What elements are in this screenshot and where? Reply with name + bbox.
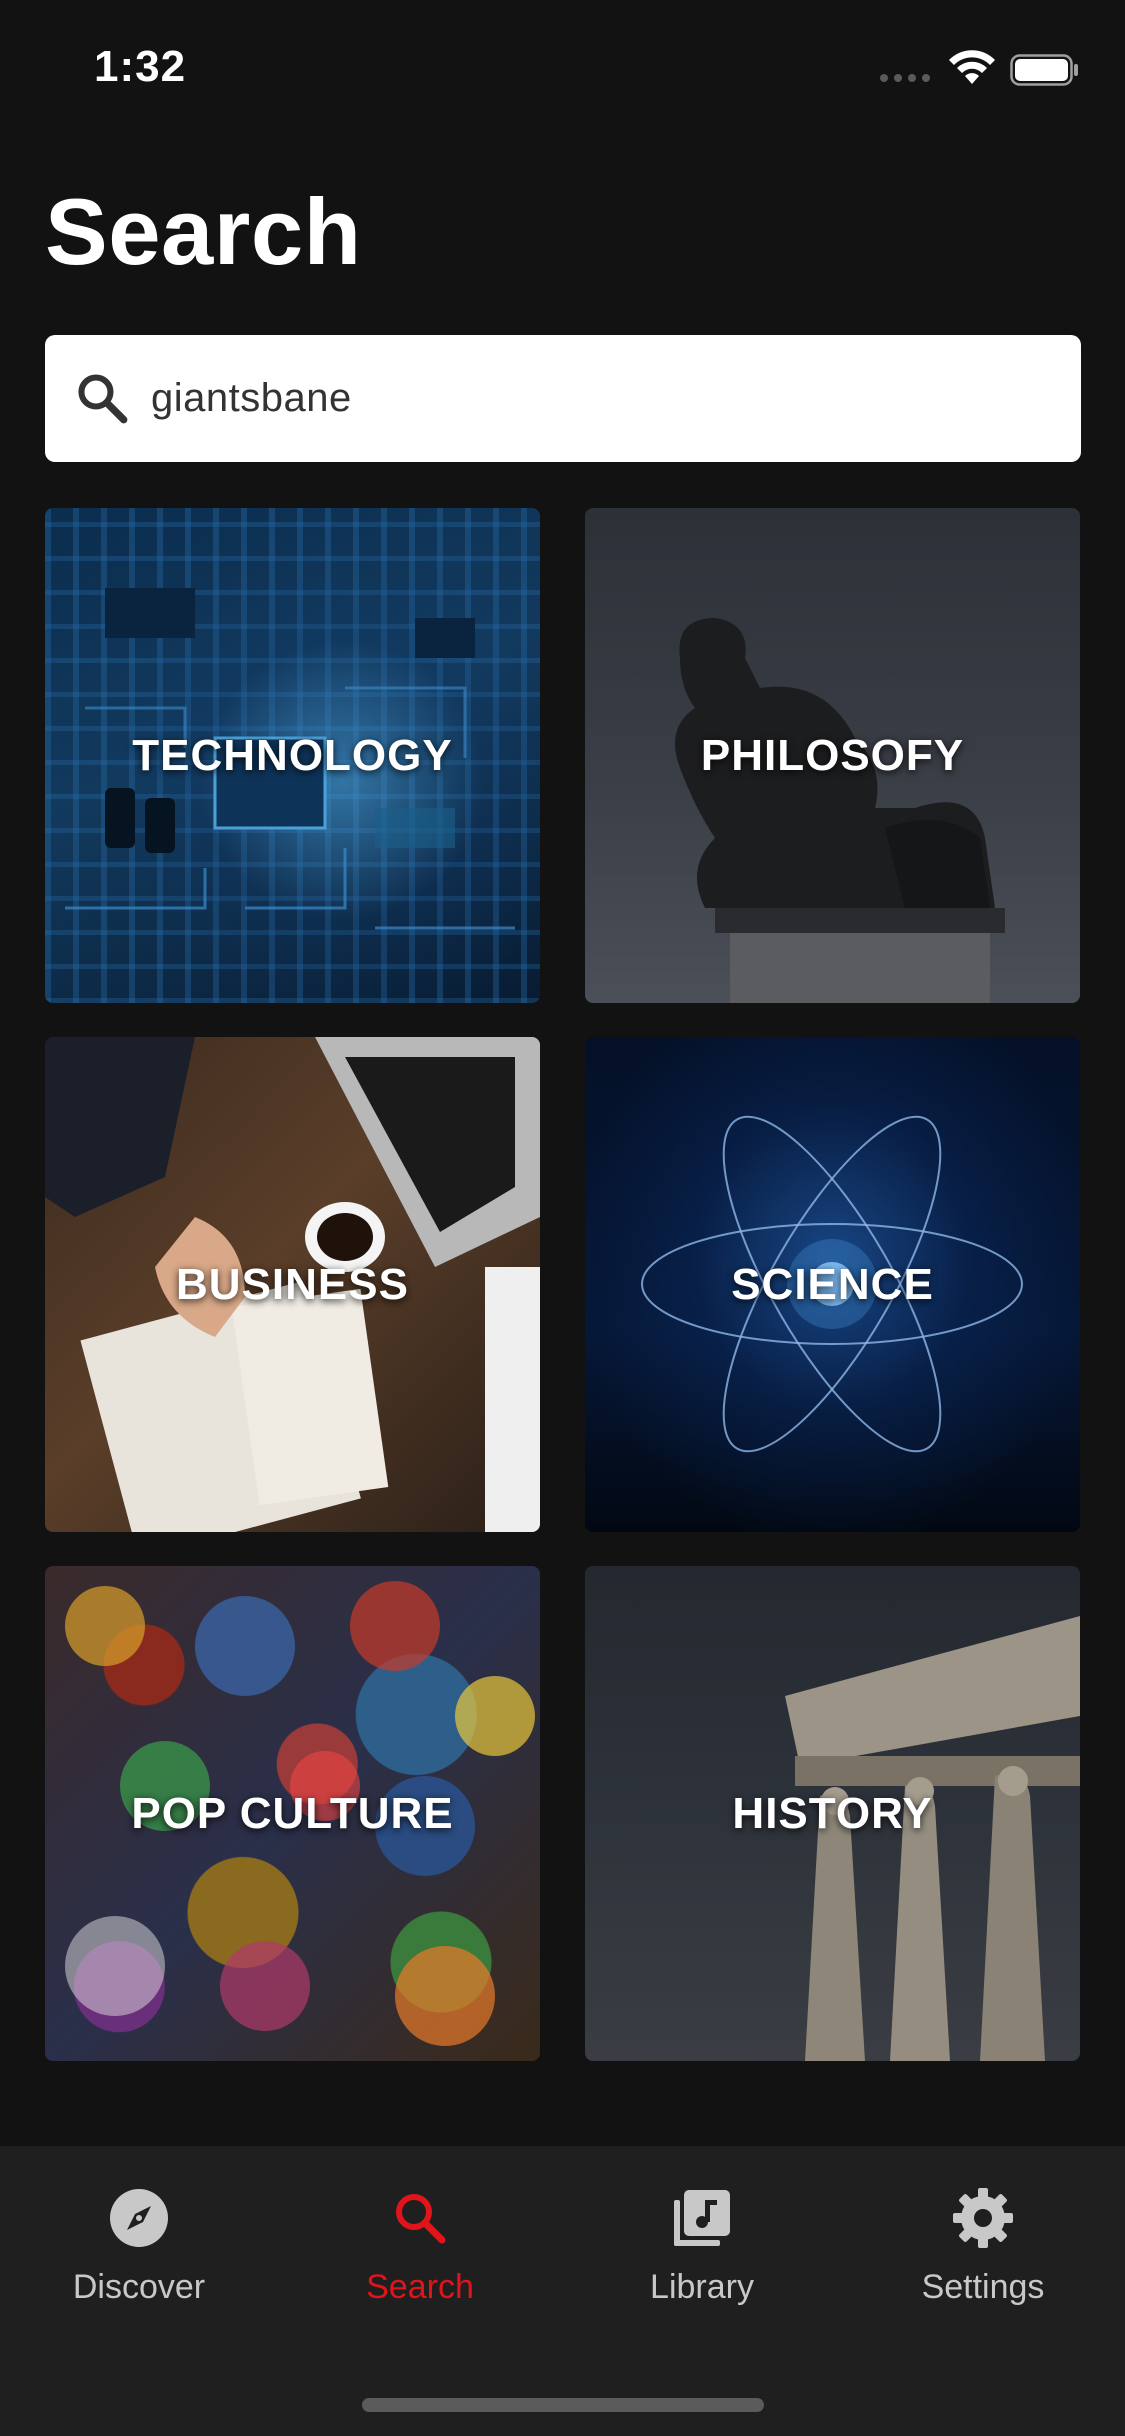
category-label: POP CULTURE <box>131 1788 454 1838</box>
search-icon <box>396 2194 446 2244</box>
category-tile-business[interactable]: BUSINESS <box>45 1037 540 1532</box>
tab-settings[interactable]: Settings <box>873 2186 1093 2336</box>
search-screen: 1:32 Search giantsbane TECHNOLOGY PHILOS… <box>0 0 1125 2436</box>
category-tile-history[interactable]: HISTORY <box>585 1566 1080 2061</box>
category-label: BUSINESS <box>176 1259 409 1309</box>
tab-label: Search <box>366 2268 474 2306</box>
category-tile-technology[interactable]: TECHNOLOGY <box>45 508 540 1003</box>
status-time: 1:32 <box>94 42 187 91</box>
status-bar: 1:32 <box>0 0 1125 135</box>
category-label: HISTORY <box>732 1788 933 1838</box>
category-tile-pop-culture[interactable]: POP CULTURE <box>45 1566 540 2061</box>
cellular-signal-icon <box>880 74 930 82</box>
page-title: Search <box>45 179 362 284</box>
gear-icon <box>953 2188 1013 2248</box>
compass-icon <box>110 2189 168 2247</box>
tab-library[interactable]: Library <box>592 2186 812 2336</box>
tab-label: Settings <box>921 2268 1045 2306</box>
library-icon <box>674 2190 730 2246</box>
tab-discover[interactable]: Discover <box>29 2186 249 2336</box>
category-tile-science[interactable]: SCIENCE <box>585 1037 1080 1532</box>
wifi-icon <box>949 50 995 84</box>
category-label: PHILOSOFY <box>700 730 965 780</box>
tab-label: Library <box>650 2268 754 2306</box>
category-tile-philosofy[interactable]: PHILOSOFY <box>585 508 1080 1003</box>
search-icon <box>78 374 128 424</box>
home-indicator <box>362 2398 764 2412</box>
search-field[interactable] <box>45 335 1081 462</box>
tab-label: Discover <box>72 2268 206 2306</box>
tab-search[interactable]: Search <box>310 2186 530 2336</box>
category-label: TECHNOLOGY <box>132 730 453 780</box>
category-label: SCIENCE <box>731 1259 934 1309</box>
battery-icon <box>1010 54 1078 86</box>
tab-bar: Discover Search Library Settings <box>0 2146 1125 2436</box>
search-input[interactable] <box>151 355 1051 441</box>
